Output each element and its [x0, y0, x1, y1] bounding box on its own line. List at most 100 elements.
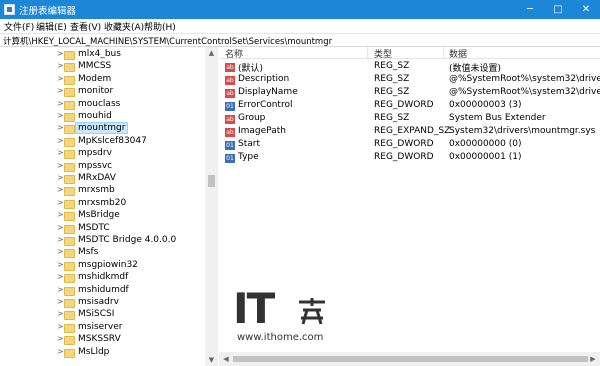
chevron-right-icon[interactable]: >: [57, 74, 64, 83]
value-row[interactable]: 01 ErrorControl REG_DWORD 0x00000003 (3): [219, 100, 600, 113]
values-header: 名称 类型 数据: [219, 47, 600, 60]
chevron-right-icon[interactable]: >: [57, 285, 64, 294]
column-divider[interactable]: [367, 47, 368, 59]
value-row[interactable]: ab (默认) REG_SZ (数值未设置): [219, 61, 600, 74]
tree-item[interactable]: > monitor: [0, 86, 205, 99]
tree-item-label: msgpiowin32: [78, 259, 138, 270]
value-row[interactable]: ab Group REG_SZ System Bus Extender: [219, 113, 600, 126]
chevron-right-icon[interactable]: >: [57, 136, 64, 145]
column-name-header[interactable]: 名称: [225, 47, 243, 60]
folder-icon: [64, 125, 75, 135]
binary-value-icon: 01: [225, 154, 235, 163]
menu-favorites[interactable]: 收藏夹(A): [104, 20, 144, 33]
chevron-right-icon[interactable]: >: [57, 198, 64, 207]
chevron-right-icon[interactable]: >: [57, 272, 64, 281]
value-data: (数值未设置): [449, 64, 502, 74]
maximize-button[interactable]: □: [544, 0, 572, 19]
menu-help[interactable]: 帮助(H): [144, 20, 176, 33]
values-horizontal-scrollbar[interactable]: ◀ ▶: [219, 352, 600, 366]
folder-icon: [64, 150, 75, 160]
chevron-right-icon[interactable]: >: [57, 247, 64, 256]
value-row[interactable]: 01 Start REG_DWORD 0x00000000 (0): [219, 139, 600, 152]
chevron-right-icon[interactable]: >: [57, 347, 64, 356]
menu-edit[interactable]: 编辑(E): [36, 20, 67, 33]
tree-item[interactable]: > mrxsmb20: [0, 198, 205, 211]
value-name: Description: [238, 74, 290, 84]
tree-item[interactable]: > MMCSS: [0, 61, 205, 74]
scroll-thumb[interactable]: [233, 356, 588, 362]
address-path[interactable]: 计算机\HKEY_LOCAL_MACHINE\SYSTEM\CurrentCon…: [3, 35, 332, 47]
tree-item[interactable]: > mlx4_bus: [0, 49, 205, 62]
scroll-thumb[interactable]: [208, 175, 215, 187]
chevron-right-icon[interactable]: >: [57, 61, 64, 70]
folder-icon: [64, 249, 75, 259]
tree-item[interactable]: > mouclass: [0, 99, 205, 112]
scroll-up-icon[interactable]: ▲: [205, 47, 218, 59]
tree-item[interactable]: > MsBridge: [0, 210, 205, 223]
chevron-right-icon[interactable]: >: [57, 161, 64, 170]
column-type-header[interactable]: 类型: [374, 47, 392, 60]
tree-item[interactable]: > MSDTC Bridge 4.0.0.0: [0, 235, 205, 248]
value-row[interactable]: ab Description REG_SZ @%SystemRoot%\system3…: [219, 74, 600, 87]
tree-item[interactable]: > MSDTC: [0, 223, 205, 236]
menu-file[interactable]: 文件(F): [4, 20, 34, 33]
chevron-right-icon[interactable]: >: [57, 123, 64, 132]
chevron-right-icon[interactable]: >: [57, 210, 64, 219]
tree-item[interactable]: > MSiSCSI: [0, 309, 205, 322]
folder-icon: [64, 286, 75, 296]
address-bar[interactable]: 计算机\HKEY_LOCAL_MACHINE\SYSTEM\CurrentCon…: [0, 33, 600, 47]
tree-item[interactable]: > mpssvc: [0, 161, 205, 174]
tree-item[interactable]: > mountmgr: [0, 122, 205, 136]
chevron-right-icon[interactable]: >: [57, 223, 64, 232]
chevron-right-icon[interactable]: >: [57, 322, 64, 331]
binary-value-icon: 01: [225, 141, 235, 150]
tree-item[interactable]: > mpsdrv: [0, 148, 205, 161]
registry-key-tree[interactable]: > mlx4_bus > MMCSS > Modem > monitor > mouclass > m…: [0, 47, 218, 366]
tree-item[interactable]: > Msfs: [0, 247, 205, 260]
chevron-right-icon[interactable]: >: [57, 99, 64, 108]
chevron-right-icon[interactable]: >: [57, 235, 64, 244]
value-row[interactable]: ab DisplayName REG_SZ @%SystemRoot%\system3…: [219, 87, 600, 100]
tree-item[interactable]: > Modem: [0, 74, 205, 87]
tree-item[interactable]: > msisadrv: [0, 297, 205, 310]
chevron-right-icon[interactable]: >: [57, 260, 64, 269]
tree-item[interactable]: > MSKSSRV: [0, 334, 205, 347]
scroll-down-icon[interactable]: ▼: [205, 354, 218, 366]
chevron-right-icon[interactable]: >: [57, 173, 64, 182]
value-data: System32\drivers\mountmgr.sys: [449, 126, 596, 136]
window-title: 注册表编辑器: [19, 6, 77, 17]
tree-item-label: Modem: [78, 73, 112, 84]
tree-item[interactable]: > mrxsmb: [0, 185, 205, 198]
value-name: DisplayName: [238, 87, 298, 97]
column-data-header[interactable]: 数据: [449, 47, 467, 60]
chevron-right-icon[interactable]: >: [57, 86, 64, 95]
chevron-right-icon[interactable]: >: [57, 309, 64, 318]
chevron-right-icon[interactable]: >: [57, 148, 64, 157]
chevron-right-icon[interactable]: >: [57, 334, 64, 343]
tree-item[interactable]: > mshidkmdf: [0, 272, 205, 285]
tree-item-label: MSDTC Bridge 4.0.0.0: [78, 235, 177, 245]
value-row[interactable]: ab ImagePath REG_EXPAND_SZ System32\drivers…: [219, 126, 600, 139]
close-button[interactable]: ✕: [572, 0, 600, 19]
title-bar: 注册表编辑器 ─ □ ✕: [0, 0, 600, 19]
chevron-right-icon[interactable]: >: [57, 297, 64, 306]
scroll-right-icon[interactable]: ▶: [587, 353, 599, 365]
tree-vertical-scrollbar[interactable]: ▲ ▼: [205, 47, 218, 366]
tree-item[interactable]: > mouhid: [0, 111, 205, 124]
menu-view[interactable]: 查看(V): [70, 20, 101, 33]
tree-item[interactable]: > MRxDAV: [0, 173, 205, 186]
tree-item[interactable]: > mshidumdf: [0, 285, 205, 298]
tree-item[interactable]: > MpKslcef83047: [0, 136, 205, 149]
tree-item[interactable]: > MsLldp: [0, 347, 205, 360]
minimize-button[interactable]: ─: [516, 0, 544, 19]
column-divider[interactable]: [443, 47, 444, 59]
chevron-right-icon[interactable]: >: [57, 49, 64, 58]
chevron-right-icon[interactable]: >: [57, 111, 64, 120]
value-row[interactable]: 01 Type REG_DWORD 0x00000001 (1): [219, 152, 600, 165]
chevron-right-icon[interactable]: >: [57, 185, 64, 194]
tree-item[interactable]: > msgpiowin32: [0, 260, 205, 273]
scroll-left-icon[interactable]: ◀: [220, 353, 232, 365]
string-value-icon: ab: [225, 63, 235, 72]
tree-item[interactable]: > msiserver: [0, 322, 205, 335]
value-data: 0x00000001 (1): [449, 152, 522, 162]
